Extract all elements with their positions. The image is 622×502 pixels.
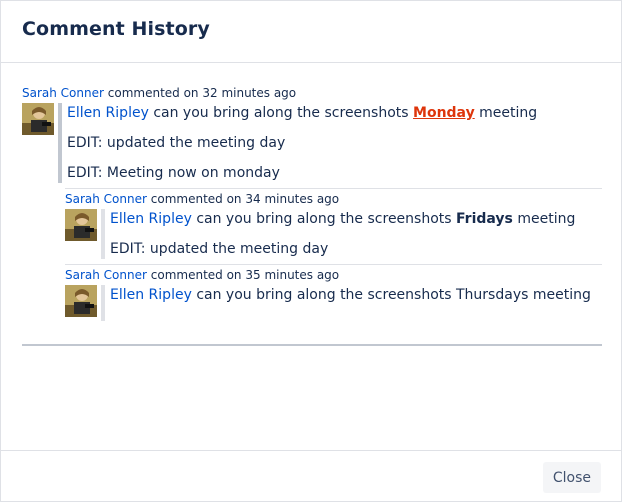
- comment-meta: Sarah Conner commented on 35 minutes ago: [65, 267, 602, 283]
- comment-history-dialog: Comment History Sarah Conner commented o…: [0, 0, 622, 502]
- comment-body: Ellen Ripley can you bring along the scr…: [101, 285, 602, 321]
- emphasized-text: Monday: [413, 105, 475, 121]
- user-mention-link[interactable]: Ellen Ripley: [67, 105, 149, 121]
- avatar[interactable]: [22, 103, 54, 135]
- comment-timestamp: commented on 32 minutes ago: [107, 86, 297, 100]
- dialog-title: Comment History: [22, 18, 210, 40]
- comment-author-link[interactable]: Sarah Conner: [65, 192, 147, 206]
- dialog-header: Comment History: [1, 1, 621, 63]
- comment-text: can you bring along the screenshots: [153, 105, 409, 121]
- comment-meta: Sarah Conner commented on 34 minutes ago: [65, 191, 602, 207]
- comment-author-link[interactable]: Sarah Conner: [65, 268, 147, 282]
- comment-text: meeting: [517, 211, 576, 227]
- user-mention-link[interactable]: Ellen Ripley: [110, 287, 192, 303]
- avatar[interactable]: [65, 285, 97, 317]
- edit-note: EDIT: updated the meeting day: [67, 135, 286, 151]
- comment-text: can you bring along the screenshots: [196, 211, 452, 227]
- list-bottom-divider: [22, 344, 602, 346]
- divider: [65, 188, 602, 189]
- comment-meta: Sarah Conner commented on 32 minutes ago: [22, 85, 602, 101]
- comment-text: meeting: [479, 105, 538, 121]
- dialog-footer: Close: [1, 450, 621, 502]
- comment-body: Ellen Ripley can you bring along the scr…: [58, 103, 602, 183]
- emphasized-text: Fridays: [456, 211, 513, 227]
- edit-note: EDIT: updated the meeting day: [110, 241, 329, 257]
- avatar[interactable]: [65, 209, 97, 241]
- edit-note: EDIT: Meeting now on monday: [67, 165, 280, 181]
- comment-item: Sarah Conner commented on 32 minutes ago: [22, 85, 602, 189]
- comment-item: Sarah Conner commented on 34 minutes ago: [65, 191, 602, 265]
- comment-body: Ellen Ripley can you bring along the scr…: [101, 209, 602, 259]
- close-button[interactable]: Close: [542, 462, 601, 493]
- comment-text: can you bring along the screenshots Thur…: [196, 287, 591, 303]
- comment-timestamp: commented on 34 minutes ago: [150, 192, 340, 206]
- divider: [65, 264, 602, 265]
- comment-timestamp: commented on 35 minutes ago: [150, 268, 340, 282]
- user-mention-link[interactable]: Ellen Ripley: [110, 211, 192, 227]
- comment-author-link[interactable]: Sarah Conner: [22, 86, 104, 100]
- comment-item: Sarah Conner commented on 35 minutes ago: [65, 267, 602, 321]
- comment-list: Sarah Conner commented on 32 minutes ago: [22, 85, 602, 321]
